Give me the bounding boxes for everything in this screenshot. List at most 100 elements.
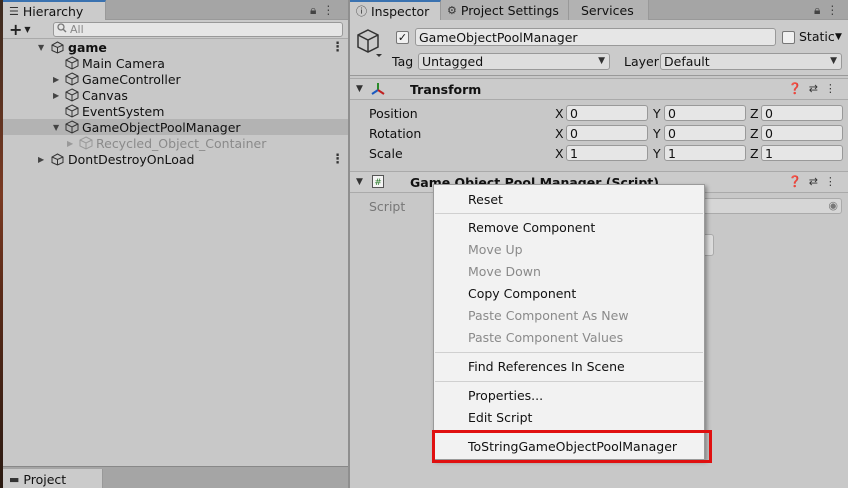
rotation-z-field[interactable]: 0 — [761, 125, 843, 141]
tab-inspector-label: Inspector — [371, 3, 430, 19]
tree-row-recycled-object-container[interactable]: ▶ Recycled_Object_Container — [3, 135, 348, 151]
axis-y-label[interactable]: Y — [653, 106, 661, 121]
axis-x-label[interactable]: X — [555, 126, 564, 141]
expand-arrow-icon[interactable]: ▼ — [53, 123, 59, 132]
menu-item-copy-component[interactable]: Copy Component — [434, 282, 704, 304]
plus-icon: + — [9, 20, 23, 39]
layer-value: Default — [664, 54, 710, 69]
lock-icon[interactable]: 🔒︎ — [310, 3, 316, 18]
layer-dropdown[interactable]: Default ▼ — [660, 53, 842, 70]
scale-row: Scale X 1 Y 1 Z 1 — [350, 143, 848, 163]
caret-down-icon: ▼ — [24, 25, 31, 34]
position-row: Position X 0 Y 0 Z 0 — [350, 103, 848, 123]
axis-y-label[interactable]: Y — [653, 126, 661, 141]
axis-z-label[interactable]: Z — [750, 126, 759, 141]
tree-row-main-camera[interactable]: Main Camera — [3, 55, 348, 71]
prop-label: Rotation — [369, 126, 422, 141]
tree-row-gameobjectpoolmanager[interactable]: ▼ GameObjectPoolManager — [3, 119, 348, 135]
tab-inspector[interactable]: ⓘ Inspector — [350, 0, 441, 20]
menu-item-move-down[interactable]: Move Down — [434, 260, 704, 282]
tree-row-label: Canvas — [82, 87, 128, 103]
position-z-field[interactable]: 0 — [761, 105, 843, 121]
gameobject-cube-icon[interactable] — [356, 28, 386, 61]
menu-item-paste-component-as-new[interactable]: Paste Component As New — [434, 304, 704, 326]
gameobject-name-input[interactable]: GameObjectPoolManager — [415, 28, 776, 46]
axis-x-label[interactable]: X — [555, 106, 564, 121]
transform-header[interactable]: ▼ Transform ❓ ⇄ ⋮ — [350, 78, 848, 100]
menu-item-move-up[interactable]: Move Up — [434, 238, 704, 260]
search-placeholder: All — [70, 23, 84, 36]
menu-item-remove-component[interactable]: Remove Component — [434, 216, 704, 238]
axis-z-label[interactable]: Z — [750, 106, 759, 121]
static-checkbox[interactable] — [782, 31, 795, 44]
axis-y-label[interactable]: Y — [653, 146, 661, 161]
hierarchy-search-input[interactable]: All — [53, 22, 343, 37]
object-picker-icon[interactable]: ◉ — [828, 199, 838, 212]
help-icon[interactable]: ❓ — [788, 82, 802, 95]
tree-row-eventsystem[interactable]: EventSystem — [3, 103, 348, 119]
project-tabbar: ▬ Project — [3, 466, 348, 488]
kebab-menu-icon[interactable]: ⋮ — [825, 82, 836, 95]
tree-row-label: EventSystem — [82, 103, 165, 119]
info-icon: ⓘ — [356, 5, 367, 18]
collapsed-arrow-icon[interactable]: ▶ — [38, 155, 44, 164]
tab-project-settings-label: Project Settings — [460, 2, 559, 18]
tab-services[interactable]: Services — [569, 0, 649, 20]
position-x-field[interactable]: 0 — [566, 105, 648, 121]
tag-dropdown[interactable]: Untagged ▼ — [418, 53, 610, 70]
tab-hierarchy[interactable]: ☰ Hierarchy — [3, 0, 106, 20]
lock-icon[interactable]: 🔒︎ — [814, 3, 820, 18]
menu-item-find-references[interactable]: Find References In Scene — [434, 355, 704, 377]
gear-icon: ⚙ — [447, 3, 457, 17]
tree-row-scene-dontdestroyonload[interactable]: ▶ DontDestroyOnLoad ⋮ — [3, 151, 348, 167]
collapsed-arrow-icon[interactable]: ▶ — [53, 91, 59, 100]
scale-x-field[interactable]: 1 — [566, 145, 648, 161]
menu-item-paste-component-values[interactable]: Paste Component Values — [434, 326, 704, 348]
tree-row-label: GameController — [82, 71, 181, 87]
tree-row-gamecontroller[interactable]: ▶ GameController — [3, 71, 348, 87]
kebab-menu-icon[interactable]: ⋮ — [322, 3, 334, 17]
tree-row-scene-game[interactable]: ▼ game ⋮ — [3, 39, 348, 55]
fold-arrow-icon[interactable]: ▼ — [356, 84, 363, 94]
collapsed-arrow-icon[interactable]: ▶ — [53, 75, 59, 84]
kebab-menu-icon[interactable]: ⋮ — [826, 3, 838, 17]
component-actions: ❓ ⇄ ⋮ — [788, 82, 836, 95]
svg-text:#: # — [374, 178, 382, 188]
preset-sliders-icon[interactable]: ⇄ — [809, 82, 818, 95]
inspector-tab-actions: 🔒︎ ⋮ — [814, 0, 838, 20]
active-checkbox[interactable]: ✓ — [396, 31, 409, 44]
tab-project[interactable]: ▬ Project — [3, 469, 103, 488]
tree-row-canvas[interactable]: ▶ Canvas — [3, 87, 348, 103]
menu-item-properties[interactable]: Properties... — [434, 384, 704, 406]
rotation-x-field[interactable]: 0 — [566, 125, 648, 141]
annotation-highlight-box — [432, 430, 712, 463]
kebab-menu-icon[interactable]: ⋮ — [331, 152, 344, 167]
axis-z-label[interactable]: Z — [750, 146, 759, 161]
axis-x-label[interactable]: X — [555, 146, 564, 161]
caret-down-icon: ▼ — [598, 56, 605, 66]
caret-down-icon[interactable]: ▼ — [835, 32, 842, 42]
help-icon[interactable]: ❓ — [788, 175, 802, 188]
position-y-field[interactable]: 0 — [664, 105, 746, 121]
tree-row-label: DontDestroyOnLoad — [68, 151, 195, 167]
scale-y-field[interactable]: 1 — [664, 145, 746, 161]
hierarchy-tab-actions: 🔒︎ ⋮ — [310, 0, 334, 20]
kebab-menu-icon[interactable]: ⋮ — [825, 175, 836, 188]
preset-sliders-icon[interactable]: ⇄ — [809, 175, 818, 188]
expand-arrow-icon[interactable]: ▼ — [38, 43, 44, 52]
prop-label: Position — [369, 106, 418, 121]
scale-z-field[interactable]: 1 — [761, 145, 843, 161]
rotation-y-field[interactable]: 0 — [664, 125, 746, 141]
kebab-menu-icon[interactable]: ⋮ — [331, 40, 344, 55]
component-title: Transform — [410, 82, 482, 97]
fold-arrow-icon[interactable]: ▼ — [356, 177, 363, 187]
layer-label: Layer — [624, 54, 659, 69]
script-label: Script — [369, 199, 406, 214]
tree-row-label: game — [68, 39, 107, 55]
tab-project-settings[interactable]: ⚙ Project Settings — [441, 0, 569, 20]
create-button[interactable]: + ▼ — [9, 20, 31, 39]
collapsed-arrow-icon[interactable]: ▶ — [67, 139, 73, 148]
menu-item-edit-script[interactable]: Edit Script — [434, 406, 704, 428]
folder-icon: ▬ — [9, 472, 20, 486]
menu-item-reset[interactable]: Reset — [434, 188, 704, 210]
